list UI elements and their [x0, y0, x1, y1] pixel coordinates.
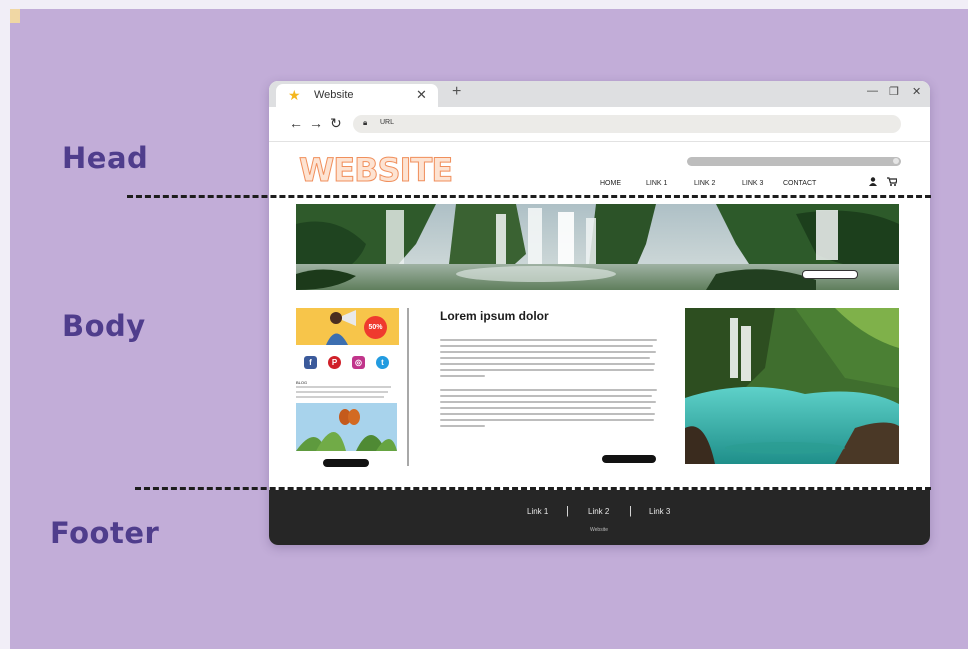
nav-link-1[interactable]: LINK 1	[646, 180, 667, 187]
blog-read-more-button[interactable]	[323, 459, 369, 467]
instagram-icon[interactable]: ◎	[352, 356, 365, 369]
footer-site-name: Website	[590, 527, 608, 533]
nav-link-contact[interactable]: CONTACT	[783, 180, 816, 187]
paragraph-line	[440, 413, 655, 415]
blog-text-line	[296, 396, 384, 398]
hero-button[interactable]	[802, 270, 858, 279]
paragraph-line	[440, 363, 655, 365]
search-icon	[893, 158, 899, 164]
promo-banner[interactable]: 50%	[296, 308, 399, 345]
footer-separator: |	[566, 505, 569, 517]
footer-label: Footer	[50, 516, 160, 550]
browser-tab[interactable]: ★ Website ✕	[276, 84, 438, 107]
body-label: Body	[62, 309, 146, 343]
forward-arrow-icon[interactable]: →	[309, 115, 323, 131]
url-text: URL	[380, 119, 395, 126]
site-logo[interactable]: WEBSITE	[298, 151, 453, 190]
article-read-more-button[interactable]	[602, 455, 656, 463]
paragraph-line	[440, 375, 485, 377]
footer-link-2[interactable]: Link 2	[588, 507, 609, 516]
restore-icon[interactable]: ❐	[889, 85, 899, 98]
site-search-bar[interactable]	[687, 157, 901, 166]
paragraph-line	[440, 369, 654, 371]
head-body-divider	[127, 195, 931, 198]
paragraph-line	[440, 407, 651, 409]
blog-image[interactable]	[296, 403, 397, 451]
discount-badge: 50%	[364, 316, 387, 339]
twitter-icon[interactable]: t	[376, 356, 389, 369]
nav-link-3[interactable]: LINK 3	[742, 180, 763, 187]
corner-accent	[10, 9, 20, 23]
blog-text-line	[296, 391, 388, 393]
address-bar: ← → ↻ 🔒︎ URL	[269, 107, 930, 142]
article-title: Lorem ipsum dolor	[440, 309, 549, 323]
pinterest-icon[interactable]: P	[328, 356, 341, 369]
back-arrow-icon[interactable]: ←	[289, 115, 303, 131]
paragraph-line	[440, 419, 654, 421]
paragraph-line	[440, 401, 656, 403]
column-divider	[407, 308, 409, 466]
nav-link-2[interactable]: LINK 2	[694, 180, 715, 187]
user-icon[interactable]	[869, 177, 877, 188]
paragraph-line	[440, 351, 656, 353]
close-icon[interactable]: ✕	[416, 87, 427, 103]
blog-text-line	[296, 386, 391, 388]
paragraph-line	[440, 339, 657, 341]
plus-icon[interactable]: +	[452, 83, 461, 101]
tab-title: Website	[314, 89, 354, 101]
tab-bar: ★ Website ✕ + — ❐ ✕	[269, 81, 930, 107]
footer-link-1[interactable]: Link 1	[527, 507, 548, 516]
cart-icon[interactable]	[887, 177, 898, 188]
site-footer: Link 1 | Link 2 | Link 3 Website	[269, 490, 930, 545]
paragraph-line	[440, 389, 657, 391]
url-input[interactable]: 🔒︎ URL	[353, 115, 901, 133]
star-icon: ★	[288, 87, 301, 103]
lock-icon: 🔒︎	[363, 118, 368, 127]
hero-banner-image	[296, 204, 899, 290]
paragraph-line	[440, 395, 652, 397]
nav-link-home[interactable]: HOME	[600, 180, 621, 187]
reload-icon[interactable]: ↻	[330, 115, 342, 132]
paragraph-line	[440, 357, 650, 359]
waterfall-image[interactable]	[685, 308, 899, 464]
head-label: Head	[62, 141, 149, 175]
footer-separator: |	[629, 505, 632, 517]
paragraph-line	[440, 425, 485, 427]
footer-link-3[interactable]: Link 3	[649, 507, 670, 516]
facebook-icon[interactable]: f	[304, 356, 317, 369]
browser-window: ★ Website ✕ + — ❐ ✕ ← → ↻ 🔒︎ URL WEBSITE…	[269, 81, 930, 545]
window-close-icon[interactable]: ✕	[912, 85, 921, 98]
paragraph-line	[440, 345, 653, 347]
minimize-icon[interactable]: —	[867, 85, 878, 97]
blog-title: BLOG	[296, 380, 308, 385]
body-footer-divider	[135, 487, 931, 490]
